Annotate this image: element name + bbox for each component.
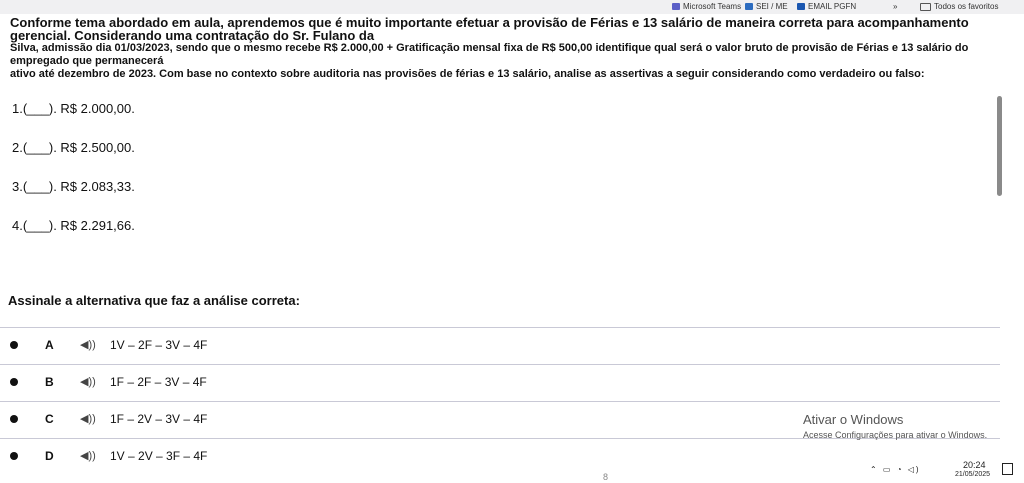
bookmark-email[interactable]: EMAIL PGFN	[797, 2, 856, 11]
option-text: 1F – 2F – 3V – 4F	[110, 375, 207, 389]
all-bookmarks-label: Todos os favoritos	[934, 2, 999, 11]
intro-line-2: Silva, admissão dia 01/03/2023, sendo qu…	[10, 42, 969, 67]
speaker-icon[interactable]: ◀))	[80, 375, 96, 388]
bookmark-sei[interactable]: SEI / ME	[745, 2, 788, 11]
bookmarks-bar: Microsoft Teams SEI / ME EMAIL PGFN » To…	[0, 0, 1024, 14]
radio-dot-icon[interactable]	[10, 452, 18, 460]
option-letter: C	[45, 412, 54, 426]
speaker-icon[interactable]: ◀))	[80, 338, 96, 351]
clock-date: 21/05/2025	[955, 471, 991, 478]
option-letter: B	[45, 375, 54, 389]
statement-3: 3.(___). R$ 2.083,33.	[12, 179, 135, 194]
sei-icon	[745, 3, 753, 10]
option-d[interactable]: D ◀)) 1V – 2V – 3F – 4F	[0, 438, 1000, 473]
statement-2: 2.(___). R$ 2.500,00.	[12, 140, 135, 155]
speaker-icon[interactable]: ◀))	[80, 412, 96, 425]
option-letter: A	[45, 338, 54, 352]
notification-icon[interactable]	[1002, 463, 1013, 475]
option-text: 1F – 2V – 3V – 4F	[110, 412, 208, 426]
statement-1: 1.(___). R$ 2.000,00.	[12, 101, 135, 116]
option-b[interactable]: B ◀)) 1F – 2F – 3V – 4F	[0, 364, 1000, 399]
teams-icon	[672, 3, 680, 10]
radio-dot-icon[interactable]	[10, 341, 18, 349]
folder-icon	[920, 2, 931, 11]
all-bookmarks-button[interactable]: Todos os favoritos	[920, 2, 998, 11]
bookmark-teams[interactable]: Microsoft Teams	[672, 2, 741, 11]
radio-dot-icon[interactable]	[10, 415, 18, 423]
bookmark-label: SEI / ME	[756, 2, 788, 11]
bookmark-label: Microsoft Teams	[683, 2, 742, 11]
statement-4: 4.(___). R$ 2.291,66.	[12, 218, 135, 233]
windows-activation-watermark: Ativar o Windows Acesse Configurações pa…	[803, 412, 987, 440]
page-content: Conforme tema abordado em aula, aprendem…	[0, 14, 1024, 483]
intro-line-3: ativo até dezembro de 2023. Com base no …	[10, 68, 925, 80]
tray-icons[interactable]: ⌃ ▭ ◔ ◁)	[870, 465, 921, 474]
option-letter: D	[45, 449, 54, 463]
page-number: 8	[603, 472, 609, 482]
option-a[interactable]: A ◀)) 1V – 2F – 3V – 4F	[0, 327, 1000, 362]
question-intro: Conforme tema abordado em aula, aprendem…	[10, 16, 995, 81]
intro-lead: Conforme tema abordado em aula, aprendem…	[10, 15, 969, 43]
activation-subtitle: Acesse Configurações para ativar o Windo…	[803, 430, 988, 440]
bookmarks-overflow-button[interactable]: »	[893, 2, 897, 11]
email-icon	[797, 3, 805, 10]
scrollbar-thumb[interactable]	[997, 96, 1002, 196]
bookmark-label: EMAIL PGFN	[808, 2, 857, 11]
option-text: 1V – 2F – 3V – 4F	[110, 338, 208, 352]
speaker-icon[interactable]: ◀))	[80, 449, 96, 462]
clock-time[interactable]: 20:24	[963, 460, 986, 470]
overflow-chevron-icon: »	[893, 2, 898, 11]
option-text: 1V – 2V – 3F – 4F	[110, 449, 208, 463]
taskbar-tray: ⌃ ▭ ◔ ◁) 20:24 21/05/2025	[860, 455, 1024, 483]
question-prompt: Assinale a alternativa que faz a análise…	[8, 293, 300, 308]
activation-title: Ativar o Windows	[803, 412, 904, 427]
radio-dot-icon[interactable]	[10, 378, 18, 386]
